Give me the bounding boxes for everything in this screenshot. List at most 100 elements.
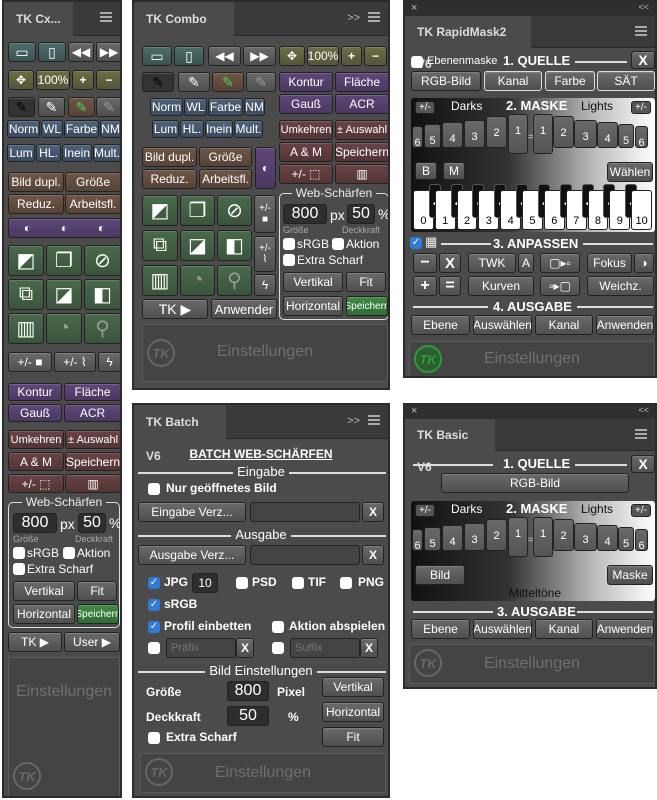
blend-hl-button[interactable]: HL.: [36, 144, 61, 162]
settings-label[interactable]: Einstellungen: [143, 343, 387, 361]
srgb-checkbox[interactable]: [13, 547, 25, 559]
blend-nm-button[interactable]: NM: [100, 120, 120, 138]
settings-area[interactable]: Einstellungen TK: [8, 657, 120, 796]
settings-area[interactable]: Einstellungen TK: [142, 324, 388, 382]
settings-area[interactable]: Einstellungen TK: [409, 341, 655, 376]
action-checkbox[interactable]: [332, 238, 344, 250]
horizontal-button[interactable]: Horizontal: [13, 604, 75, 624]
dark-zone-tab[interactable]: 1: [508, 517, 528, 557]
menu-icon[interactable]: [635, 429, 647, 439]
acr-button[interactable]: ACR: [64, 404, 120, 422]
dodge-burn-button[interactable]: ◐: [255, 147, 276, 189]
clear-output-button[interactable]: X: [362, 545, 384, 565]
input-folder-field[interactable]: [250, 502, 360, 522]
expand-mask-button[interactable]: ▢▸▫: [540, 253, 580, 273]
toggle-selection-edges-button[interactable]: +/- ⬚: [279, 164, 333, 184]
zoom-in-button[interactable]: +: [72, 70, 94, 90]
vertical-button[interactable]: Vertikal: [283, 272, 343, 292]
srgb-checkbox[interactable]: [283, 238, 295, 250]
brush-green-button[interactable]: ✎: [212, 72, 244, 92]
selection-toggle-button[interactable]: ± Auswahl: [335, 120, 388, 140]
output-folder-field[interactable]: [250, 545, 360, 565]
dodge-burn-row[interactable]: ◐ ◐ ◐: [8, 218, 120, 238]
source-rgb-button[interactable]: RGB-Bild: [441, 473, 629, 493]
gauss-button[interactable]: Gauß: [8, 404, 62, 422]
image-button[interactable]: Bild: [415, 565, 465, 585]
brush-black-button[interactable]: ✎: [142, 72, 174, 92]
vertical-button[interactable]: Vertikal: [13, 581, 75, 601]
output-select-button[interactable]: Auswählen: [473, 315, 532, 335]
layer-button-3[interactable]: ⊘: [217, 195, 252, 226]
settings-area[interactable]: Einstellungen TK: [140, 753, 386, 793]
output-layer-button[interactable]: Ebene: [411, 315, 470, 335]
brush-white-button[interactable]: ✎: [178, 72, 210, 92]
layer-button-1[interactable]: ◩: [142, 195, 178, 226]
light-zone-tab[interactable]: 4: [597, 525, 618, 551]
blend-norm-button[interactable]: Norm: [7, 120, 40, 138]
layer-button-5[interactable]: ◪: [46, 279, 82, 310]
kontur-button[interactable]: Kontur: [8, 383, 62, 401]
light-zone-tab[interactable]: 3: [574, 523, 597, 551]
blend-wl-button[interactable]: WL: [184, 98, 207, 116]
canvas-size-button[interactable]: Arbeitsfl.: [199, 169, 252, 189]
layer-button-7[interactable]: ▥: [142, 265, 178, 296]
prefix-input[interactable]: [166, 638, 236, 658]
opacity-input[interactable]: 50: [227, 706, 269, 726]
open-file-button[interactable]: ▭: [8, 42, 36, 62]
duplicate-image-button[interactable]: Bild dupl.: [8, 172, 64, 192]
close-panel-button[interactable]: ×: [411, 2, 417, 14]
size-input[interactable]: 800: [227, 681, 269, 701]
tk-menu-button[interactable]: TK ▶: [8, 632, 62, 652]
light-zone-tab[interactable]: 2: [553, 116, 574, 148]
settings-label[interactable]: Einstellungen: [141, 764, 385, 782]
output-channel-button[interactable]: Kanal: [535, 315, 593, 335]
brush-gray-button[interactable]: ✎: [246, 72, 276, 92]
layer-button-1[interactable]: ◩: [8, 245, 44, 276]
light-zone-tab[interactable]: 6: [635, 529, 648, 552]
layer-button-4[interactable]: ⧉: [8, 279, 44, 310]
dark-zone-tab[interactable]: 5: [424, 527, 441, 551]
light-zone-tab[interactable]: 4: [597, 122, 618, 148]
user-menu-button[interactable]: User ▶: [64, 632, 120, 652]
layer-button-9[interactable]: ⚲: [84, 313, 120, 344]
menu-icon[interactable]: [368, 415, 380, 425]
blend-inein-button[interactable]: Inein: [205, 120, 233, 138]
output-select-button[interactable]: Auswählen: [473, 619, 532, 639]
blend-farbe-button[interactable]: Farbe: [208, 98, 243, 116]
zoom-out-button[interactable]: −: [364, 46, 387, 66]
embed-profile-checkbox[interactable]: ✓: [148, 621, 160, 633]
opacity-input[interactable]: 50: [78, 513, 106, 533]
contrast-dot-icon[interactable]: ◐: [98, 221, 105, 235]
layer-button-8[interactable]: ◔: [180, 265, 215, 296]
m-button[interactable]: M: [443, 162, 465, 180]
reduce-button[interactable]: Reduz.: [142, 169, 197, 189]
blend-inein-button[interactable]: Inein: [62, 144, 92, 162]
settings-label[interactable]: Einstellungen: [410, 655, 654, 673]
layer-button-5[interactable]: ◪: [180, 230, 215, 261]
blend-lum-button[interactable]: Lum: [7, 144, 35, 162]
dark-zone-tab[interactable]: 4: [442, 525, 463, 551]
lights-toggle-button[interactable]: +/-: [631, 101, 651, 114]
reduce-button[interactable]: Reduz.: [8, 194, 64, 214]
tif-checkbox[interactable]: [292, 577, 304, 589]
only-open-checkbox[interactable]: [148, 483, 160, 495]
close-panel-button[interactable]: ×: [411, 405, 417, 417]
previous-button[interactable]: ◀◀: [68, 42, 94, 62]
blend-farbe-button[interactable]: Farbe: [64, 120, 99, 138]
dark-zone-tab[interactable]: 6: [412, 126, 423, 149]
collapse-button[interactable]: >>: [347, 415, 360, 427]
blend-mult-button[interactable]: Mult.: [234, 120, 263, 138]
extra-sharp-checkbox[interactable]: [283, 254, 295, 266]
layer-button-2[interactable]: ❐: [180, 195, 215, 226]
blend-mult-button[interactable]: Mult.: [93, 144, 120, 162]
x-button[interactable]: X: [439, 253, 461, 273]
layer-button-9[interactable]: ⚲: [217, 265, 252, 296]
apply-button[interactable]: Anwenden: [596, 619, 654, 639]
flaeche-button[interactable]: Fläche: [64, 383, 120, 401]
opacity-input[interactable]: 50: [347, 204, 375, 224]
plus-button[interactable]: +: [413, 276, 437, 296]
clear-button[interactable]: X: [631, 51, 655, 69]
darks-toggle-button[interactable]: +/-: [415, 504, 435, 517]
contrast-dot-icon[interactable]: ◐: [24, 221, 31, 235]
zoom-100-button[interactable]: 100%: [36, 70, 70, 90]
